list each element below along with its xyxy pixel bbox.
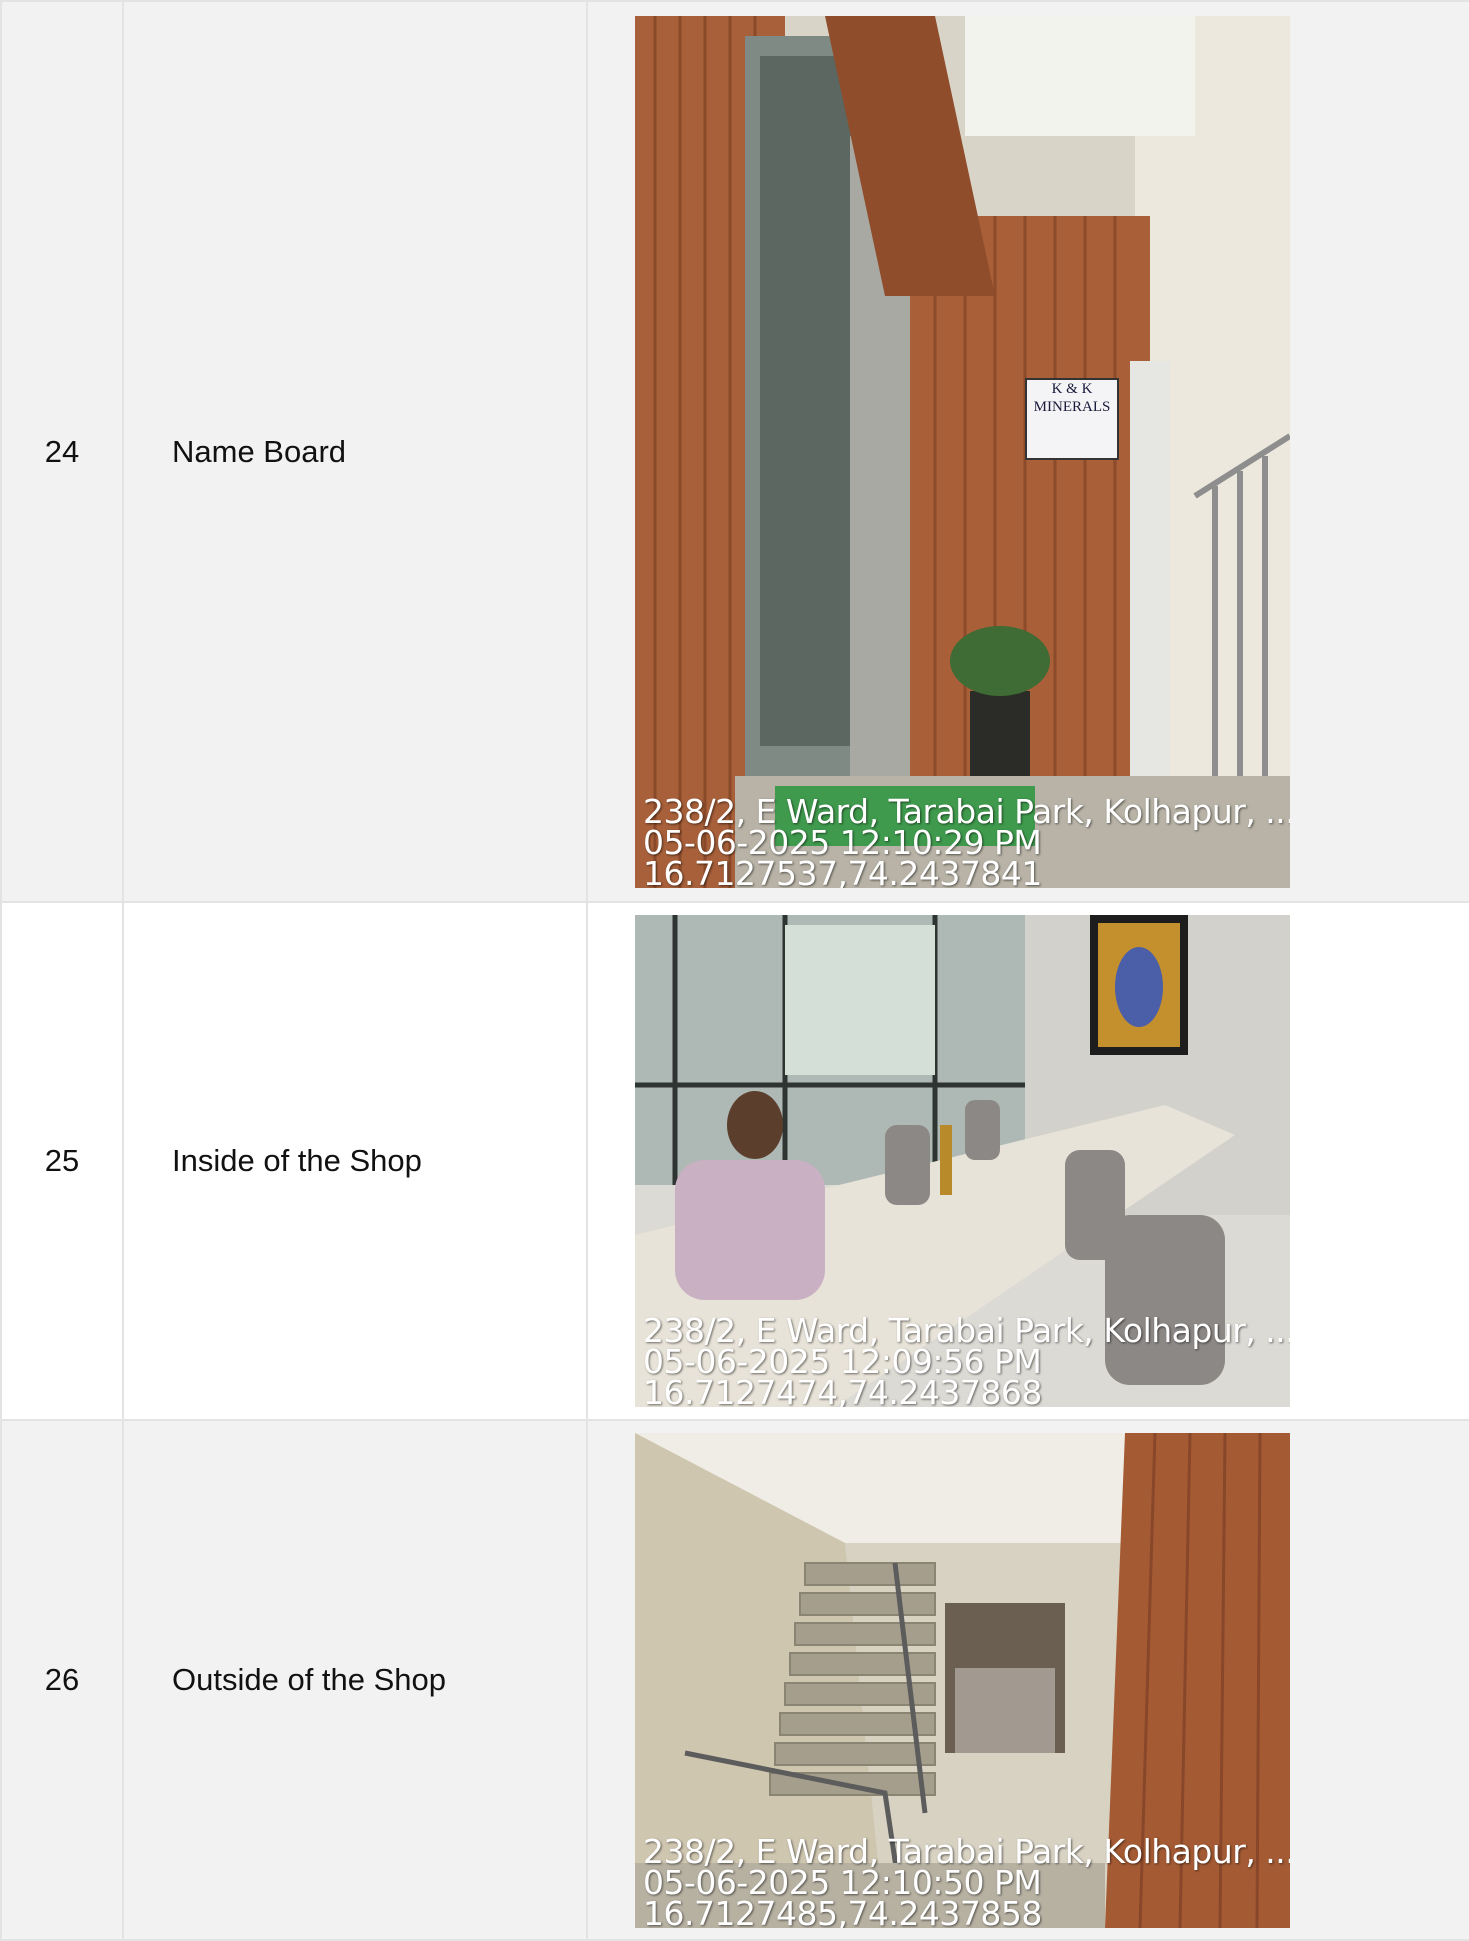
outside-shop-photo: 238/2, E Ward, Tarabai Park, Kolhapur, .… (635, 1432, 1290, 1928)
stamp-coordinates: 16.7127474,74.2437868 (643, 1373, 1042, 1407)
table-row: 26 Outside of the Shop 238/2, E Ward, Ta… (0, 1419, 1469, 1941)
stamp-address: 238/2, E Ward, Tarabai Park, Kolhapur, .… (643, 1311, 1290, 1350)
row-number: 26 (0, 1419, 124, 1941)
name-board-sign: K & K MINERALS (1025, 377, 1119, 460)
name-board-photo-image (635, 15, 1290, 888)
row-label: Outside of the Shop (122, 1419, 588, 1941)
table-row: 25 Inside of the Shop 238/2, E Ward, Tar… (0, 901, 1469, 1421)
name-board-text: K & K MINERALS (1033, 380, 1111, 415)
row-number: 25 (0, 901, 124, 1421)
photo-geo-stamp: 238/2, E Ward, Tarabai Park, Kolhapur, .… (643, 795, 1290, 888)
stamp-address: 238/2, E Ward, Tarabai Park, Kolhapur, .… (643, 1831, 1290, 1871)
photo-geo-stamp: 238/2, E Ward, Tarabai Park, Kolhapur, .… (643, 1835, 1290, 1928)
inside-shop-photo: 238/2, E Ward, Tarabai Park, Kolhapur, .… (635, 915, 1290, 1407)
photo-geo-stamp: 238/2, E Ward, Tarabai Park, Kolhapur, .… (643, 1314, 1290, 1407)
stamp-coordinates: 16.7127537,74.2437841 (643, 853, 1042, 888)
photo-cell: 238/2, E Ward, Tarabai Park, Kolhapur, .… (586, 901, 1469, 1421)
photo-evidence-table: 24 Name Board K & K MINERALS 238/2, E Wa… (0, 0, 1469, 1941)
row-label: Name Board (122, 0, 588, 903)
name-board-photo: K & K MINERALS 238/2, E Ward, Tarabai Pa… (635, 15, 1290, 888)
photo-cell: 238/2, E Ward, Tarabai Park, Kolhapur, .… (586, 1419, 1469, 1941)
stamp-address: 238/2, E Ward, Tarabai Park, Kolhapur, .… (643, 791, 1290, 831)
table-row: 24 Name Board K & K MINERALS 238/2, E Wa… (0, 0, 1469, 903)
row-number: 24 (0, 0, 124, 903)
photo-cell: K & K MINERALS 238/2, E Ward, Tarabai Pa… (586, 0, 1469, 903)
stamp-coordinates: 16.7127485,74.2437858 (643, 1893, 1042, 1928)
row-label: Inside of the Shop (122, 901, 588, 1421)
